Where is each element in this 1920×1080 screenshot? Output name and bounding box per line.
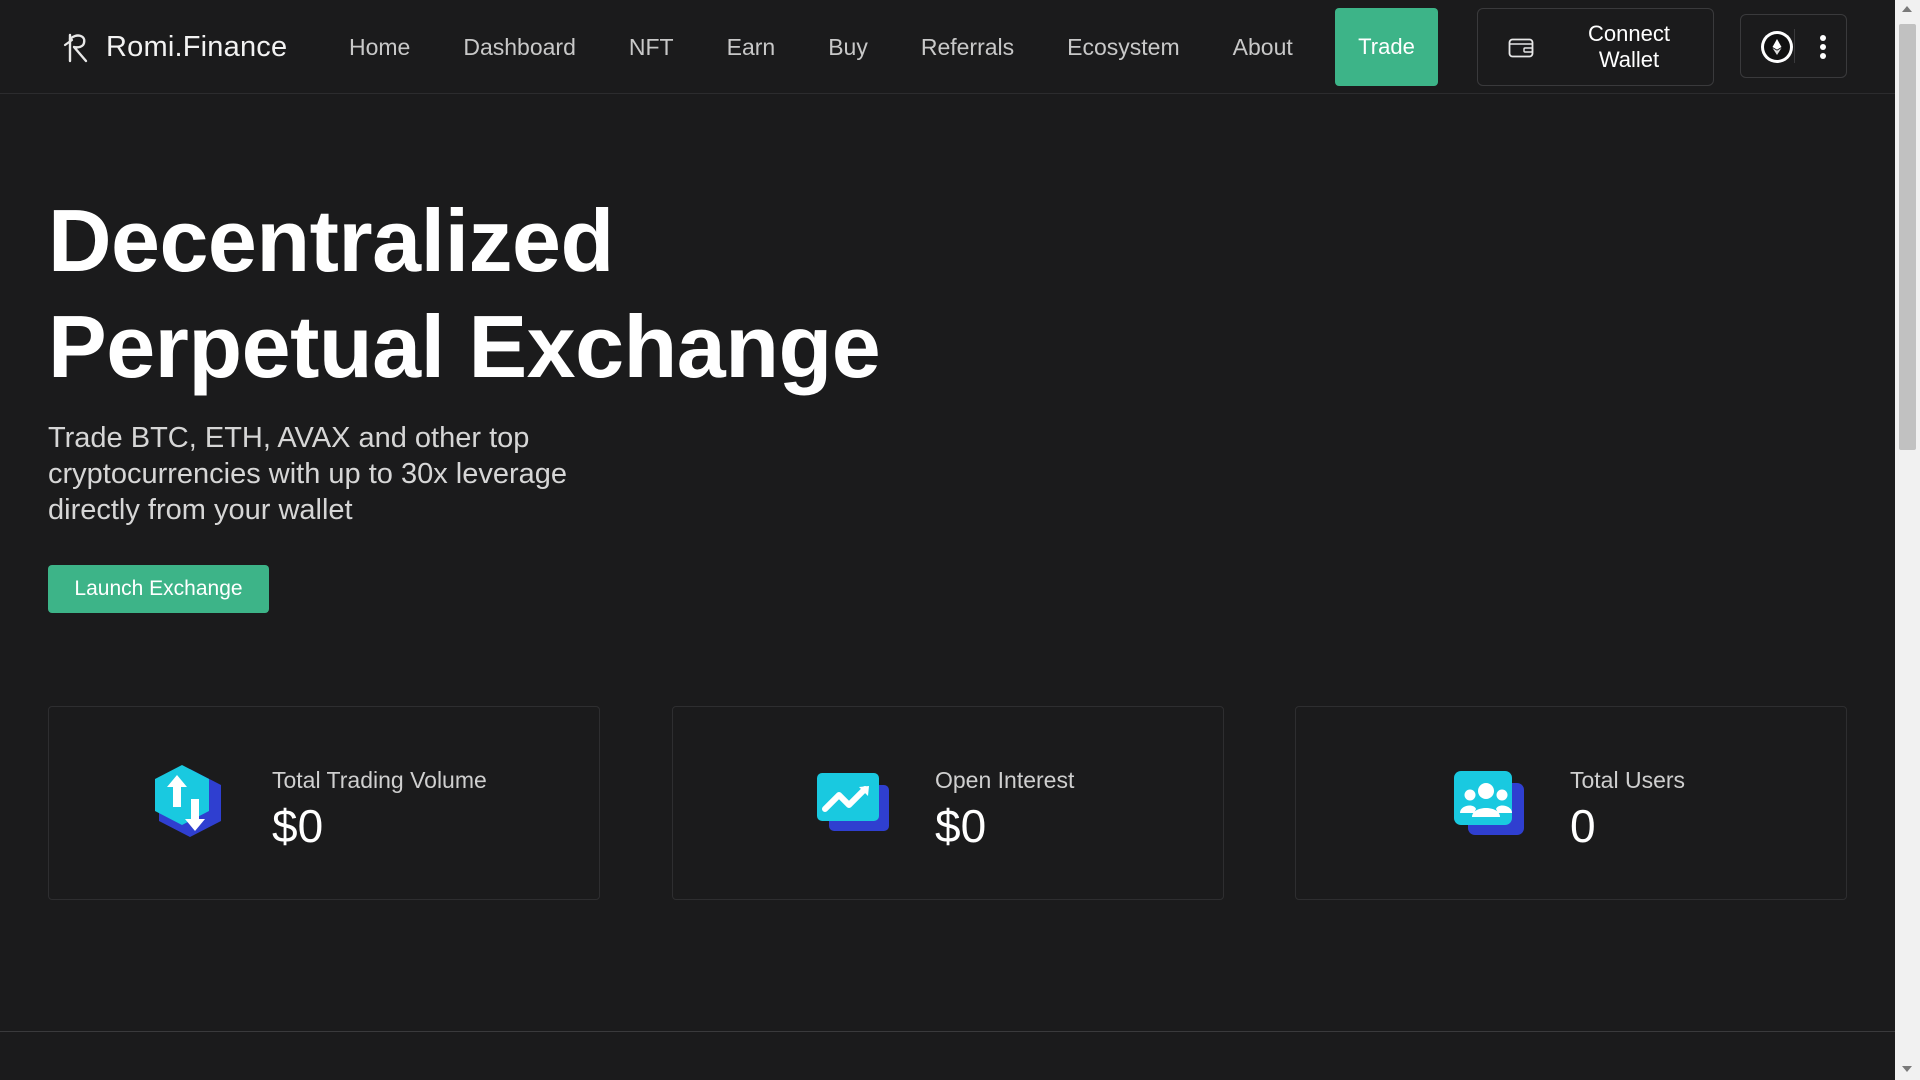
stat-card-open-interest: Open Interest $0 (672, 706, 1224, 900)
nav-item-buy[interactable]: Buy (828, 34, 868, 61)
users-icon (1454, 771, 1524, 835)
wallet-icon (1508, 38, 1534, 58)
ethereum-network-icon[interactable] (1761, 31, 1793, 63)
network-selector (1740, 14, 1847, 78)
brand-name: Romi.Finance (106, 30, 288, 63)
romi-logo-icon (63, 33, 88, 63)
nav-item-earn[interactable]: Earn (727, 34, 776, 61)
stat-value-total-users: 0 (1570, 800, 1596, 852)
trade-button[interactable]: Trade (1335, 8, 1438, 86)
nav-item-about[interactable]: About (1233, 34, 1293, 61)
stat-value-trading-volume: $0 (272, 800, 324, 852)
hero-subtitle: Trade BTC, ETH, AVAX and other top crypt… (48, 422, 568, 526)
section-divider (0, 1031, 1895, 1032)
hero-title-line-1: Decentralized (48, 191, 614, 290)
trading-volume-icon (155, 765, 221, 837)
connect-wallet-label: Connect Wallet (1588, 21, 1670, 72)
launch-exchange-button[interactable]: Launch Exchange (48, 565, 269, 613)
main-nav: Home Dashboard NFT Earn Buy Referrals Ec… (349, 0, 1293, 94)
open-interest-icon (817, 773, 889, 831)
nav-item-dashboard[interactable]: Dashboard (463, 34, 576, 61)
vertical-scrollbar[interactable] (1895, 0, 1920, 1080)
more-options-icon[interactable] (1811, 33, 1835, 61)
stat-card-trading-volume: Total Trading Volume $0 (48, 706, 600, 900)
hero-title: Decentralized Perpetual Exchange (48, 188, 881, 400)
stat-value-open-interest: $0 (935, 800, 987, 852)
brand-logo[interactable]: Romi.Finance (62, 30, 287, 64)
nav-item-referrals[interactable]: Referrals (921, 34, 1014, 61)
stat-label-trading-volume: Total Trading Volume (272, 767, 487, 793)
nav-item-nft[interactable]: NFT (629, 34, 674, 61)
network-divider (1794, 29, 1795, 63)
top-navbar: Romi.Finance Home Dashboard NFT Earn Buy… (0, 0, 1895, 94)
stat-card-total-users: Total Users 0 (1295, 706, 1847, 900)
stat-label-total-users: Total Users (1570, 767, 1686, 793)
scroll-up-arrow-icon[interactable] (1902, 6, 1912, 12)
nav-item-home[interactable]: Home (349, 34, 410, 61)
connect-wallet-button[interactable]: Connect Wallet (1477, 8, 1714, 86)
scrollbar-thumb[interactable] (1899, 24, 1916, 450)
page: Romi.Finance Home Dashboard NFT Earn Buy… (0, 0, 1920, 1080)
hero-title-line-2: Perpetual Exchange (48, 297, 881, 396)
stat-label-open-interest: Open Interest (935, 767, 1075, 793)
scroll-down-arrow-icon[interactable] (1902, 1066, 1912, 1072)
nav-item-ecosystem[interactable]: Ecosystem (1067, 34, 1179, 61)
